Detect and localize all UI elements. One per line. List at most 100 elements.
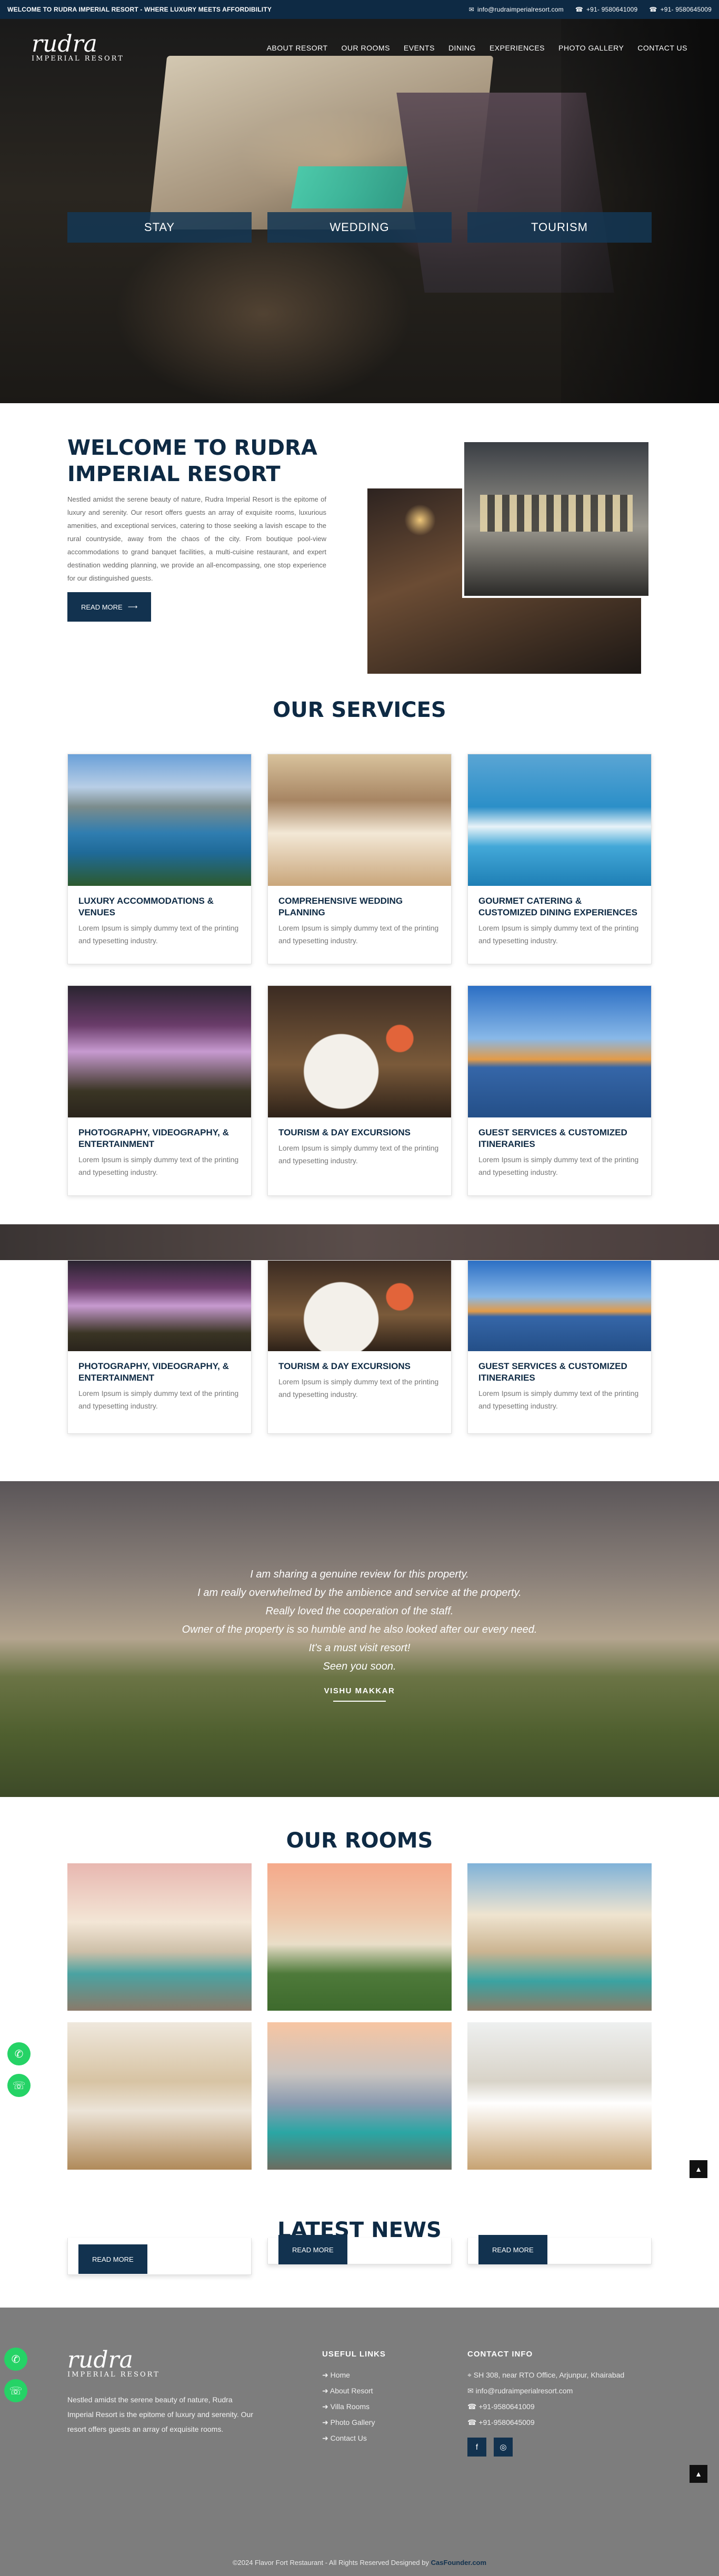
- rooms-row-2: [0, 2022, 719, 2170]
- services-row-3: PHOTOGRAPHY, VIDEOGRAPHY, & ENTERTAINMEN…: [0, 1260, 719, 1434]
- service-card[interactable]: PHOTOGRAPHY, VIDEOGRAPHY, & ENTERTAINMEN…: [67, 1260, 252, 1434]
- service-card[interactable]: GOURMET CATERING & CUSTOMIZED DINING EXP…: [467, 754, 652, 964]
- testimonial-section: I am sharing a genuine review for this p…: [0, 1481, 719, 1797]
- service-text: Lorem Ipsum is simply dummy text of the …: [478, 1155, 639, 1176]
- welcome-tagline: WELCOME TO RUDRA IMPERIAL RESORT - WHERE…: [7, 6, 272, 13]
- arrow-icon: ➜: [322, 2402, 331, 2411]
- service-image: [268, 754, 451, 886]
- testimonial-line: It's a must visit resort!: [308, 1642, 411, 1654]
- nav-photo-gallery[interactable]: PHOTO GALLERY: [558, 44, 624, 52]
- phone-call-icon[interactable]: ☏: [4, 2379, 27, 2402]
- news-read-more-button[interactable]: READ MORE: [278, 2235, 347, 2264]
- top-phone-1[interactable]: ☎ +91- 9580641009: [575, 6, 638, 13]
- designer-link[interactable]: CasFounder.com: [431, 2559, 486, 2567]
- top-email[interactable]: ✉ info@rudraimperialresort.com: [469, 6, 564, 13]
- nav-dining[interactable]: DINING: [448, 44, 476, 52]
- news-card: READ MORE: [467, 2235, 652, 2264]
- arrow-right-icon: ⟶: [127, 603, 138, 611]
- top-phone-2[interactable]: ☎ +91- 9580645009: [649, 6, 712, 13]
- hero-pool: [291, 166, 410, 208]
- footer-link-about[interactable]: ➜ About Resort: [322, 2383, 386, 2399]
- arrow-icon: ➜: [322, 2434, 331, 2442]
- hero-section: rudra IMPERIAL RESORT ABOUT RESORT OUR R…: [0, 19, 719, 403]
- service-card[interactable]: GUEST SERVICES & CUSTOMIZED ITINERARIES …: [467, 985, 652, 1196]
- footer-links-title: USEFUL LINKS: [322, 2350, 386, 2359]
- scroll-top-icon[interactable]: ▲: [690, 2465, 707, 2483]
- arrow-icon: ➜: [322, 2371, 331, 2379]
- copyright: ©2024 Flavor Fort Restaurant - All Right…: [232, 2559, 487, 2567]
- footer-contact: CONTACT INFO ⌖ SH 308, near RTO Office, …: [467, 2350, 624, 2457]
- service-text: Lorem Ipsum is simply dummy text of the …: [278, 1144, 439, 1165]
- services-title: OUR SERVICES: [273, 698, 446, 722]
- welcome-section: WELCOME TO RUDRA IMPERIAL RESORT Nestled…: [0, 403, 719, 698]
- whatsapp-icon[interactable]: ✆: [7, 2042, 31, 2065]
- service-text: Lorem Ipsum is simply dummy text of the …: [478, 1389, 639, 1410]
- testimonial-author: VISHU MAKKAR: [324, 1686, 395, 1695]
- service-card[interactable]: TOURISM & DAY EXCURSIONS Lorem Ipsum is …: [267, 1260, 452, 1434]
- testimonial-line: I am sharing a genuine review for this p…: [250, 1569, 469, 1580]
- room-photo[interactable]: [467, 2022, 652, 2170]
- rooms-title: OUR ROOMS: [286, 1829, 433, 1853]
- location-icon: ⌖: [467, 2371, 474, 2379]
- top-bar: WELCOME TO RUDRA IMPERIAL RESORT - WHERE…: [0, 0, 719, 19]
- instagram-icon[interactable]: ◎: [494, 2438, 513, 2457]
- tourism-button[interactable]: TOURISM: [467, 212, 652, 243]
- services-row-1: LUXURY ACCOMMODATIONS & VENUES Lorem Ips…: [0, 754, 719, 964]
- stay-button[interactable]: STAY: [67, 212, 252, 243]
- footer-link-villa[interactable]: ➜ Villa Rooms: [322, 2399, 386, 2414]
- wedding-button[interactable]: WEDDING: [267, 212, 452, 243]
- phone-icon: ☎: [467, 2418, 479, 2427]
- service-card[interactable]: PHOTOGRAPHY, VIDEOGRAPHY, & ENTERTAINMEN…: [67, 985, 252, 1196]
- service-text: Lorem Ipsum is simply dummy text of the …: [478, 924, 639, 945]
- main-nav: rudra IMPERIAL RESORT ABOUT RESORT OUR R…: [0, 19, 719, 77]
- news-read-more-button[interactable]: READ MORE: [478, 2235, 547, 2264]
- room-photo[interactable]: [467, 1863, 652, 2011]
- service-card[interactable]: LUXURY ACCOMMODATIONS & VENUES Lorem Ips…: [67, 754, 252, 964]
- room-photo[interactable]: [267, 1863, 452, 2011]
- room-photo[interactable]: [67, 1863, 252, 2011]
- footer-phone-1[interactable]: ☎ +91-9580641009: [467, 2399, 624, 2414]
- services-row-2: PHOTOGRAPHY, VIDEOGRAPHY, & ENTERTAINMEN…: [0, 985, 719, 1196]
- room-photo[interactable]: [267, 2022, 452, 2170]
- service-image: [268, 986, 451, 1117]
- rooms-row-1: [0, 1863, 719, 2011]
- footer: rudra IMPERIAL RESORT Nestled amidst the…: [0, 2308, 719, 2576]
- footer-link-contact[interactable]: ➜ Contact Us: [322, 2430, 386, 2446]
- news-read-more-button[interactable]: READ MORE: [78, 2244, 147, 2274]
- service-image: [468, 1261, 651, 1351]
- phone-call-icon[interactable]: ☏: [7, 2074, 31, 2097]
- service-card[interactable]: GUEST SERVICES & CUSTOMIZED ITINERARIES …: [467, 1260, 652, 1434]
- footer-email[interactable]: ✉ info@rudraimperialresort.com: [467, 2383, 624, 2399]
- nav-events[interactable]: EVENTS: [404, 44, 435, 52]
- service-text: Lorem Ipsum is simply dummy text of the …: [78, 924, 239, 945]
- service-title: PHOTOGRAPHY, VIDEOGRAPHY, & ENTERTAINMEN…: [78, 1361, 229, 1383]
- nav-contact-us[interactable]: CONTACT US: [637, 44, 687, 52]
- room-photo[interactable]: [67, 2022, 252, 2170]
- nav-experiences[interactable]: EXPERIENCES: [490, 44, 545, 52]
- facebook-icon[interactable]: f: [467, 2438, 486, 2457]
- service-image: [68, 754, 251, 886]
- mail-icon: ✉: [467, 2387, 476, 2395]
- footer-phone-2[interactable]: ☎ +91-9580645009: [467, 2414, 624, 2430]
- welcome-text: Nestled amidst the serene beauty of natu…: [67, 495, 326, 582]
- service-title: LUXURY ACCOMMODATIONS & VENUES: [78, 896, 214, 917]
- welcome-read-more-button[interactable]: READ MORE ⟶: [67, 592, 152, 622]
- service-image: [268, 1261, 451, 1351]
- service-text: Lorem Ipsum is simply dummy text of the …: [278, 924, 439, 945]
- service-title: GUEST SERVICES & CUSTOMIZED ITINERARIES: [478, 1127, 627, 1149]
- service-image: [468, 754, 651, 886]
- footer-logo[interactable]: rudra IMPERIAL RESORT: [67, 2349, 183, 2379]
- service-card[interactable]: TOURISM & DAY EXCURSIONS Lorem Ipsum is …: [267, 985, 452, 1196]
- logo[interactable]: rudra IMPERIAL RESORT: [32, 32, 147, 63]
- news-card: READ MORE: [267, 2235, 452, 2264]
- footer-link-home[interactable]: ➜ Home: [322, 2367, 386, 2383]
- nav-about-resort[interactable]: ABOUT RESORT: [267, 44, 328, 52]
- service-card[interactable]: COMPREHENSIVE WEDDING PLANNING Lorem Ips…: [267, 754, 452, 964]
- nav-our-rooms[interactable]: OUR ROOMS: [342, 44, 390, 52]
- whatsapp-icon[interactable]: ✆: [4, 2348, 27, 2371]
- testimonial-line: Seen you soon.: [323, 1661, 396, 1672]
- services-section: OUR SERVICES LUXURY ACCOMMODATIONS & VEN…: [0, 698, 719, 1224]
- scroll-top-icon[interactable]: ▲: [690, 2160, 707, 2178]
- social-links: f ◎: [467, 2438, 624, 2457]
- footer-link-gallery[interactable]: ➜ Photo Gallery: [322, 2414, 386, 2430]
